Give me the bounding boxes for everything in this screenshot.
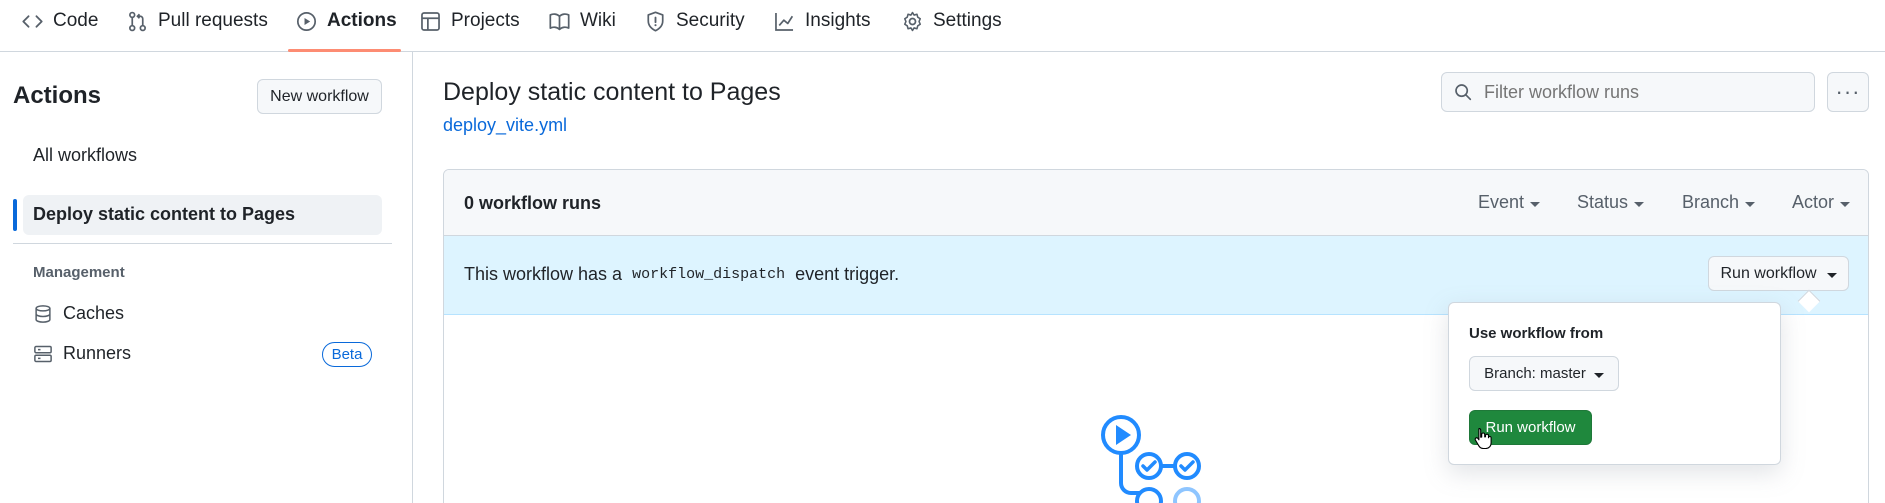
actions-sidebar: Actions New workflow All workflows Deplo… (0, 52, 413, 503)
banner-suffix: event trigger. (795, 264, 900, 284)
run-workflow-popover: Use workflow from Branch: master Run wor… (1448, 302, 1781, 465)
beta-badge: Beta (322, 342, 372, 367)
git-pull-request-icon (129, 11, 146, 31)
event-filter-label: Event (1478, 192, 1525, 212)
status-filter[interactable]: Status (1577, 192, 1645, 213)
sidebar-item-caches[interactable]: Caches (63, 303, 124, 324)
actor-filter[interactable]: Actor (1792, 192, 1851, 213)
chevron-down-icon (1634, 201, 1645, 207)
event-filter[interactable]: Event (1478, 192, 1541, 213)
branch-select-button[interactable]: Branch: master (1469, 356, 1619, 391)
search-icon (1455, 84, 1472, 101)
sidebar-item-deploy-static-content[interactable]: Deploy static content to Pages (33, 204, 295, 225)
banner-prefix: This workflow has a (464, 264, 623, 284)
new-workflow-button[interactable]: New workflow (257, 79, 382, 114)
database-icon (35, 305, 51, 323)
workflow-illustration-icon (1101, 415, 1201, 503)
workflow-file-link[interactable]: deploy_vite.yml (443, 115, 567, 136)
kebab-horizontal-icon: ··· (1835, 79, 1861, 104)
branch-filter-label: Branch (1682, 192, 1740, 212)
gear-icon (903, 11, 922, 31)
chevron-down-icon (1840, 201, 1851, 207)
tab-projects-label: Projects (451, 10, 520, 31)
sidebar-title: Actions (13, 82, 102, 109)
graph-icon (775, 12, 794, 31)
chevron-down-icon (1826, 272, 1837, 278)
sidebar-item-runners[interactable]: Runners (63, 343, 131, 364)
branch-filter[interactable]: Branch (1682, 192, 1756, 213)
tab-settings[interactable]: Settings (902, 0, 1002, 52)
chevron-down-icon (1530, 201, 1541, 207)
runs-count: 0 workflow runs (464, 193, 602, 213)
tab-wiki-label: Wiki (580, 10, 616, 31)
code-icon (22, 14, 43, 28)
popover-title: Use workflow from (1469, 325, 1604, 342)
run-workflow-dropdown-button[interactable]: Run workflow (1708, 256, 1849, 291)
table-icon (421, 11, 440, 31)
tab-code-label: Code (53, 10, 99, 31)
server-icon (34, 345, 52, 363)
run-workflow-dropdown-label: Run workflow (1720, 264, 1817, 282)
tab-projects[interactable]: Projects (420, 0, 520, 52)
shield-icon (647, 10, 664, 32)
tab-settings-label: Settings (933, 10, 1002, 31)
tab-insights[interactable]: Insights (774, 0, 870, 52)
filter-input[interactable] (1484, 81, 1804, 103)
more-options-button[interactable]: ··· (1827, 72, 1869, 112)
tab-wiki[interactable]: Wiki (549, 0, 616, 52)
book-icon (549, 12, 570, 30)
tab-pull-requests-label: Pull requests (158, 10, 268, 31)
branch-select-label: Branch: master (1484, 365, 1586, 382)
play-icon (296, 11, 317, 31)
filter-workflow-runs[interactable] (1441, 72, 1815, 112)
chevron-down-icon (1593, 372, 1604, 378)
sidebar-item-all-workflows[interactable]: All workflows (33, 145, 137, 166)
tab-security-label: Security (676, 10, 745, 31)
sidebar-divider (13, 243, 392, 244)
tab-actions[interactable]: Actions (296, 0, 397, 52)
management-heading: Management (33, 264, 125, 281)
actor-filter-label: Actor (1792, 192, 1835, 212)
page-title: Deploy static content to Pages (443, 78, 781, 106)
hand-pointer-cursor-icon (1474, 427, 1492, 449)
tab-actions-label: Actions (327, 10, 397, 31)
status-filter-label: Status (1577, 192, 1629, 212)
chevron-down-icon (1745, 201, 1756, 207)
tab-code[interactable]: Code (22, 0, 98, 52)
tab-pull-requests[interactable]: Pull requests (127, 0, 268, 52)
runs-header: 0 workflow runs Event Status Branch Acto… (444, 170, 1868, 236)
banner-code: workflow_dispatch (632, 266, 786, 283)
banner-text: This workflow has a workflow_dispatch ev… (464, 264, 899, 285)
tab-security[interactable]: Security (645, 0, 745, 52)
repo-nav: Code Pull requests Actions Projects Wiki… (0, 0, 1885, 52)
tab-insights-label: Insights (805, 10, 871, 31)
active-item-indicator (13, 199, 17, 231)
